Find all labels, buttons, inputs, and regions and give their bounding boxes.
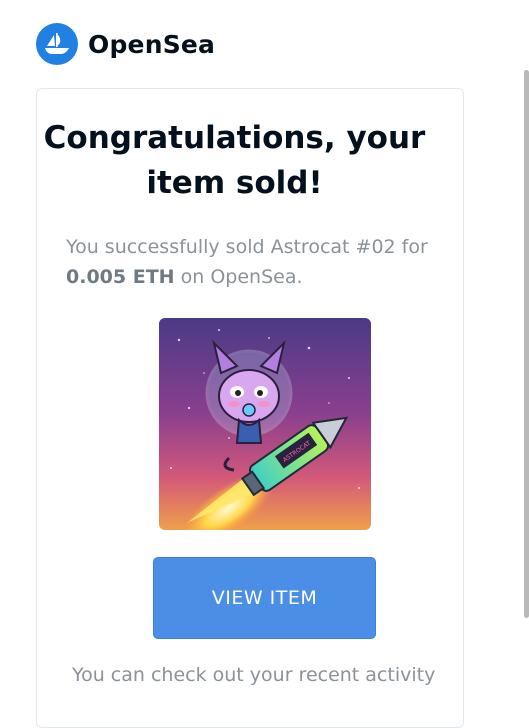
astrocat-artwork: ASTROCAT bbox=[159, 318, 371, 530]
page-title: Congratulations, your item sold! bbox=[0, 116, 529, 206]
brand-name[interactable]: OpenSea bbox=[88, 30, 215, 59]
title-line-2: item sold! bbox=[146, 165, 323, 201]
footer-text: You can check out your recent activity bbox=[72, 664, 436, 686]
nft-image[interactable]: ASTROCAT bbox=[159, 318, 371, 530]
opensea-logo[interactable] bbox=[36, 23, 78, 65]
sale-amount: 0.005 ETH bbox=[66, 266, 175, 288]
boat-icon bbox=[45, 33, 69, 54]
desc-prefix: You successfully sold Astrocat #02 for bbox=[66, 236, 428, 258]
title-line-1: Congratulations, your bbox=[43, 120, 426, 156]
sale-description: You successfully sold Astrocat #02 for 0… bbox=[66, 232, 466, 292]
desc-suffix: on OpenSea. bbox=[180, 266, 303, 288]
header: OpenSea bbox=[36, 22, 215, 66]
view-item-button[interactable]: VIEW ITEM bbox=[153, 557, 376, 639]
